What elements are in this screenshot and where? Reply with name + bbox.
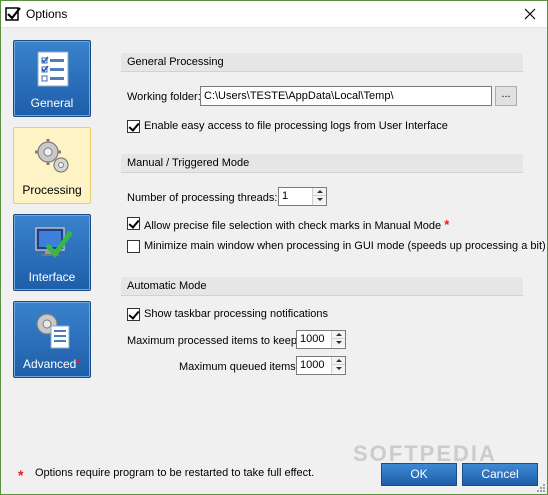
restart-note: Options require program to be restarted … (35, 467, 315, 479)
sidebar-item-interface[interactable]: Interface (13, 214, 91, 291)
working-folder-label: Working folder: (127, 91, 201, 103)
threads-label: Number of processing threads: (127, 192, 278, 204)
section-header-general: General Processing (121, 53, 523, 72)
checklist-icon (37, 51, 69, 87)
section-header-automatic: Automatic Mode (121, 277, 523, 296)
threads-stepper[interactable]: 1 (278, 187, 327, 206)
minimize-window-checkbox[interactable] (127, 240, 140, 253)
cancel-button[interactable]: Cancel (462, 463, 538, 486)
close-icon[interactable] (521, 5, 539, 23)
sidebar-item-general[interactable]: General (13, 40, 91, 117)
taskbar-notifications-checkbox[interactable] (127, 308, 140, 321)
easy-access-checkbox[interactable] (127, 120, 140, 133)
window-title: Options (26, 7, 68, 21)
sidebar-item-label: Processing (22, 183, 82, 197)
monitor-check-icon (35, 227, 73, 258)
stepper-arrows (331, 331, 345, 348)
sidebar-item-label: Interface (28, 270, 76, 284)
working-folder-input[interactable]: C:\Users\TESTE\AppData\Local\Temp\ (200, 86, 492, 106)
stepper-arrows (331, 357, 345, 374)
sidebar-item-processing[interactable]: Processing (13, 127, 91, 204)
required-marker: * (18, 467, 24, 483)
gears-icon (35, 139, 69, 173)
sidebar-item-label: Advanced* (22, 357, 82, 371)
stepper-up-icon[interactable] (332, 357, 345, 365)
dialog-body: General Processing Interface Advanced* G… (1, 29, 547, 494)
section-header-manual: Manual / Triggered Mode (121, 154, 523, 173)
max-queue-value: 1000 (300, 359, 325, 371)
ok-button[interactable]: OK (381, 463, 457, 486)
stepper-down-icon[interactable] (313, 196, 326, 204)
required-marker: * (76, 357, 82, 371)
title-bar: Options (1, 1, 547, 28)
precise-selection-checkbox[interactable] (127, 217, 140, 230)
max-keep-stepper[interactable]: 1000 (296, 330, 346, 349)
minimize-window-label: Minimize main window when processing in … (144, 240, 546, 252)
stepper-arrows (312, 188, 326, 205)
sidebar-item-advanced[interactable]: Advanced* (13, 301, 91, 378)
max-keep-label: Maximum processed items to keep: (127, 335, 301, 347)
sidebar-item-label: General (30, 96, 74, 110)
taskbar-notifications-label: Show taskbar processing notifications (144, 308, 329, 320)
stepper-down-icon[interactable] (332, 365, 345, 373)
threads-value: 1 (282, 190, 289, 202)
stepper-up-icon[interactable] (332, 331, 345, 339)
max-queue-stepper[interactable]: 1000 (296, 356, 346, 375)
checkbox-app-icon (5, 7, 21, 21)
stepper-down-icon[interactable] (332, 339, 345, 347)
browse-button[interactable]: ... (495, 86, 517, 106)
precise-selection-label: Allow precise file selection with check … (144, 217, 450, 232)
max-queue-label: Maximum queued items: (179, 361, 299, 373)
gear-document-icon (36, 313, 70, 349)
required-marker: * (444, 217, 450, 232)
stepper-up-icon[interactable] (313, 188, 326, 196)
resize-grip-icon[interactable] (535, 482, 545, 492)
easy-access-label: Enable easy access to file processing lo… (144, 120, 448, 132)
max-keep-value: 1000 (300, 333, 325, 345)
options-window: Options General Processing Interface Adv… (0, 0, 548, 495)
